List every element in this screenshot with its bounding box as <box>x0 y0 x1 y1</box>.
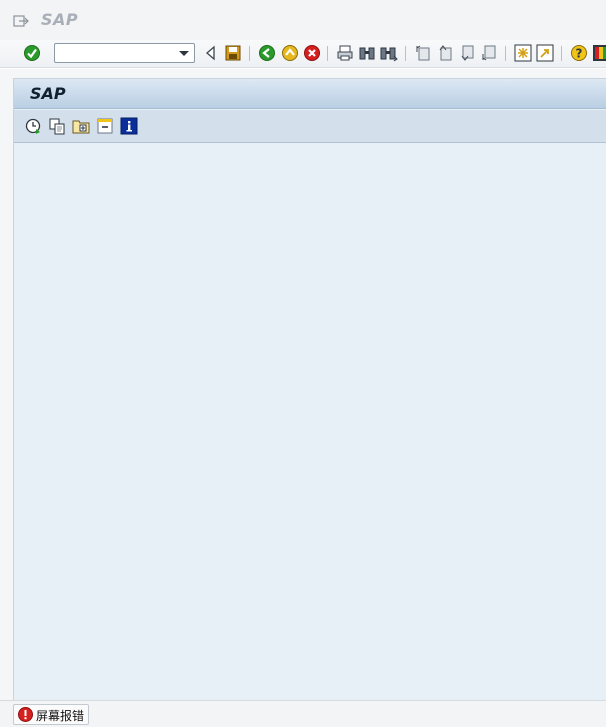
back-icon[interactable] <box>258 44 276 62</box>
error-icon <box>18 707 33 722</box>
toolbar-divider <box>249 46 250 61</box>
help-icon[interactable]: ? <box>570 44 588 62</box>
last-page-icon[interactable] <box>480 44 498 62</box>
previous-page-icon[interactable] <box>436 44 454 62</box>
next-page-icon[interactable] <box>458 44 476 62</box>
screen-container: SAP <box>13 78 606 700</box>
brand-title: SAP <box>41 10 79 29</box>
command-field[interactable] <box>54 43 195 63</box>
create-session-icon[interactable] <box>514 44 532 62</box>
find-next-icon[interactable] <box>380 44 398 62</box>
enter-icon[interactable] <box>23 44 41 62</box>
find-icon[interactable] <box>358 44 376 62</box>
shortcut-icon[interactable] <box>536 44 554 62</box>
status-bar: 屏幕报错 <box>0 700 606 727</box>
delete-favorite-icon[interactable] <box>96 117 114 135</box>
work-area: SAP <box>0 69 606 700</box>
application-toolbar <box>14 110 606 143</box>
command-input[interactable] <box>56 45 178 61</box>
menu-exit-icon[interactable] <box>13 13 29 27</box>
history-icon[interactable] <box>24 117 42 135</box>
toolbar-divider <box>505 46 506 61</box>
first-page-icon[interactable] <box>414 44 432 62</box>
save-icon[interactable] <box>224 44 242 62</box>
cancel-icon[interactable] <box>303 44 321 62</box>
customize-layout-icon[interactable] <box>592 44 606 62</box>
standard-toolbar: ? <box>0 40 606 68</box>
collapse-arrow-icon[interactable] <box>202 44 220 62</box>
status-text: 屏幕报错 <box>36 709 85 723</box>
screen-title-bar: SAP <box>14 79 606 109</box>
toolbar-divider <box>405 46 406 61</box>
copy-icon[interactable] <box>48 117 66 135</box>
command-dropdown-icon[interactable] <box>176 45 192 61</box>
screen-title: SAP <box>30 84 66 103</box>
svg-text:?: ? <box>576 47 583 61</box>
add-favorite-icon[interactable] <box>72 117 90 135</box>
status-message[interactable]: 屏幕报错 <box>13 704 90 725</box>
print-icon[interactable] <box>336 44 354 62</box>
exit-icon[interactable] <box>281 44 299 62</box>
toolbar-divider <box>327 46 328 61</box>
info-icon[interactable] <box>120 117 138 135</box>
menu-bar: SAP <box>0 0 606 40</box>
toolbar-divider <box>561 46 562 61</box>
